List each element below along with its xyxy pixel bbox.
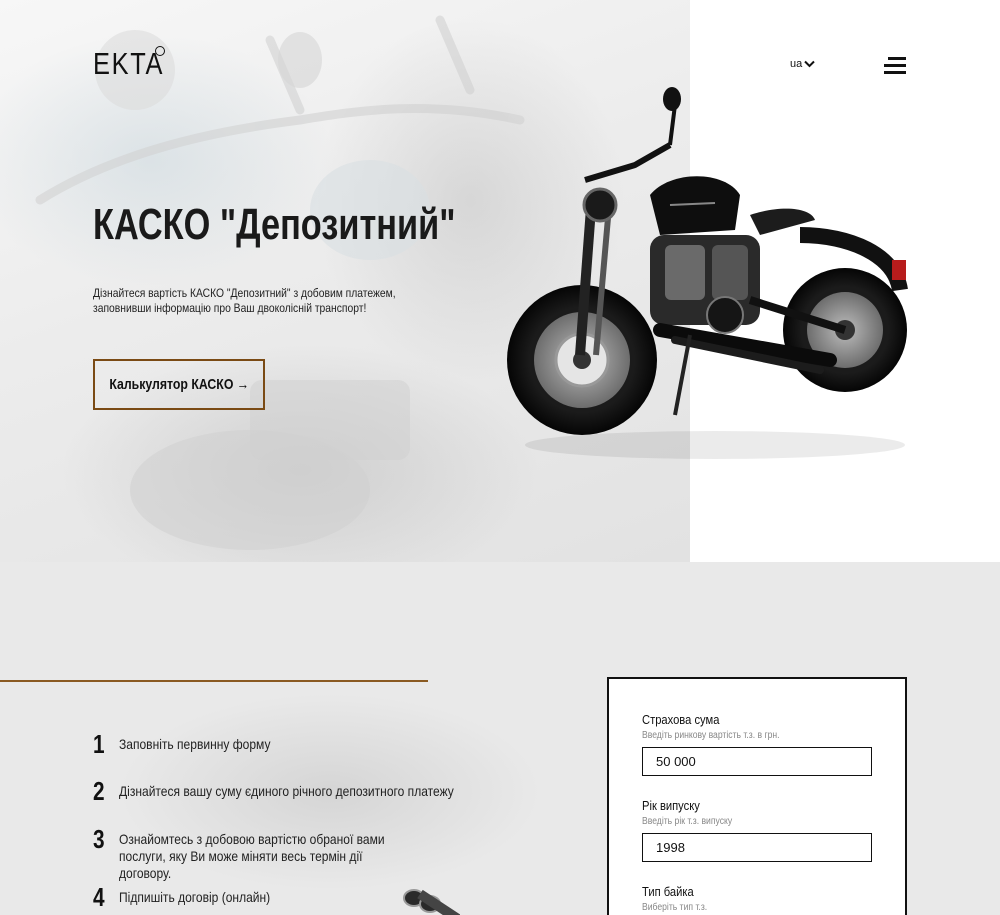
kasko-calculator-button[interactable]: Калькулятор КАСКО → bbox=[93, 359, 265, 410]
step-text: Ознайомтесь з добовою вартістю обраної в… bbox=[119, 831, 385, 881]
exhaust-pipe-image bbox=[403, 889, 460, 915]
hero-subtitle: Дізнайтеся вартість КАСКО "Депозитний" з… bbox=[93, 286, 396, 315]
step-number: 2 bbox=[93, 776, 105, 806]
logo-degree-mark bbox=[155, 46, 165, 56]
year-label: Рік випуску bbox=[642, 798, 700, 813]
step-item-3: 3 Ознайомтесь з добовою вартістю обраної… bbox=[93, 825, 513, 883]
language-selector[interactable]: ua bbox=[790, 58, 815, 70]
bike-type-label: Тип байка bbox=[642, 884, 694, 899]
hero-section: EKTA ua КАСКО "Депозитний" Дізнайтеся ва… bbox=[0, 0, 1000, 562]
year-hint: Введіть рік т.з. випуску bbox=[642, 816, 733, 827]
year-input[interactable] bbox=[642, 833, 872, 862]
insured-sum-field: Страхова сума Введіть ринкову вартість т… bbox=[642, 712, 874, 776]
chevron-down-icon bbox=[804, 60, 815, 68]
step-number: 3 bbox=[93, 824, 105, 854]
insured-sum-input[interactable] bbox=[642, 747, 872, 776]
language-label: ua bbox=[790, 58, 803, 70]
step-text: Заповніть первинну форму bbox=[118, 736, 271, 752]
step-number: 4 bbox=[93, 882, 105, 912]
year-field: Рік випуску Введіть рік т.з. випуску bbox=[642, 798, 874, 862]
motorcycle-image bbox=[507, 87, 908, 459]
bike-type-hint: Виберіть тип т.з. bbox=[642, 902, 708, 913]
hamburger-menu-icon[interactable] bbox=[884, 56, 906, 74]
bike-type-field: Тип байка Виберіть тип т.з. bbox=[642, 884, 874, 913]
insured-sum-label: Страхова сума bbox=[642, 712, 720, 727]
step-number: 1 bbox=[93, 729, 105, 759]
calculator-form: Страхова сума Введіть ринкову вартість т… bbox=[607, 677, 907, 915]
cta-label: Калькулятор КАСКО → bbox=[109, 376, 249, 393]
step-text: Дізнайтеся вашу суму єдиного річного деп… bbox=[118, 783, 454, 799]
accent-divider bbox=[0, 680, 428, 682]
insured-sum-hint: Введіть ринкову вартість т.з. в грн. bbox=[642, 730, 780, 741]
logo[interactable]: EKTA bbox=[93, 46, 164, 82]
steps-and-calculator-section: 1 Заповніть первинну форму 2 Дізнайтеся … bbox=[0, 562, 1000, 915]
step-item-2: 2 Дізнайтеся вашу суму єдиного річного д… bbox=[93, 777, 513, 813]
step-item-1: 1 Заповніть первинну форму bbox=[93, 730, 513, 777]
page-title: КАСКО "Депозитний" bbox=[93, 200, 456, 249]
